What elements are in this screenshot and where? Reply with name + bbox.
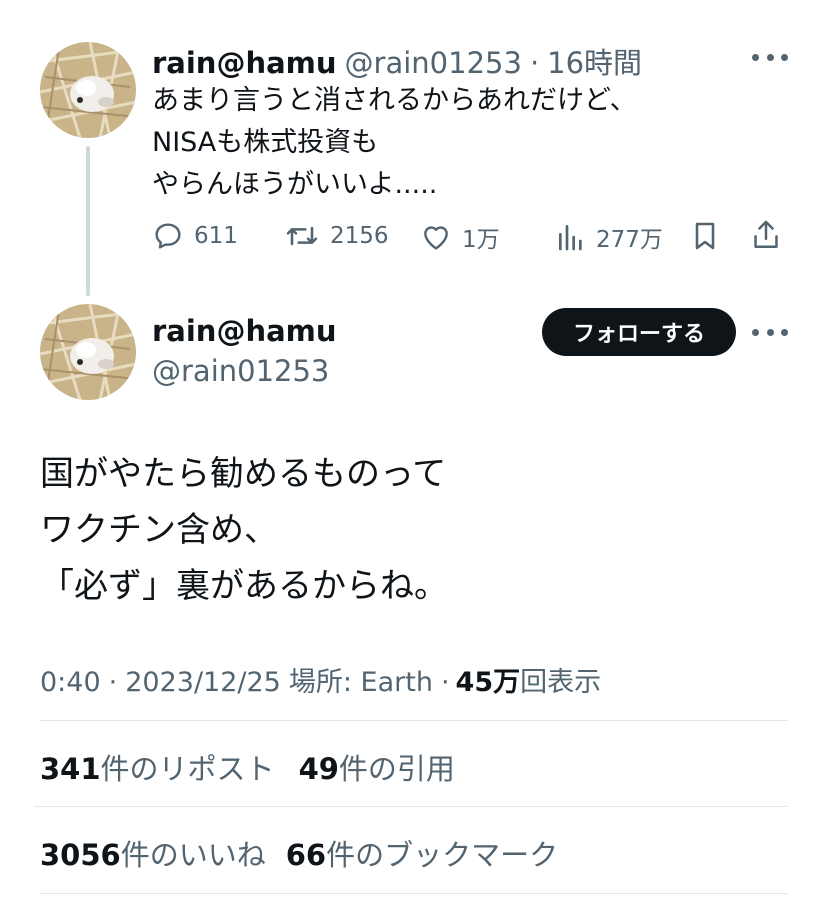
views-icon xyxy=(559,225,582,251)
stats-row-2: 3056件のいいね 66件のブックマーク xyxy=(40,832,558,874)
meta-location: 場所: Earth xyxy=(288,667,433,698)
divider xyxy=(40,893,788,894)
main-more-icon[interactable] xyxy=(752,326,788,338)
reposts-count: 341 xyxy=(40,752,101,786)
follow-button[interactable]: フォローする xyxy=(542,308,736,356)
main-handle[interactable]: @rain01253 xyxy=(152,354,329,388)
main-text-line: ワクチン含め、 xyxy=(40,510,278,550)
like-count: 1万 xyxy=(462,227,500,253)
likes-label: 件のいいね xyxy=(120,838,266,872)
quotes-stat[interactable]: 49件の引用 xyxy=(299,746,455,788)
like-action[interactable]: 1万 xyxy=(420,220,500,254)
retweet-action[interactable]: 2156 xyxy=(284,220,389,252)
bookmark-icon[interactable] xyxy=(690,220,720,256)
retweet-icon xyxy=(286,226,318,246)
main-text-line: 国がやたら勧めるものって xyxy=(40,454,447,494)
views-action[interactable]: 277万 xyxy=(556,220,663,254)
retweet-count: 2156 xyxy=(330,223,389,249)
tweet-meta: 0:40 · 2023/12/25 場所: Earth · 45万回表示 xyxy=(40,660,601,699)
main-avatar[interactable] xyxy=(40,304,136,400)
main-tweet-text: 国がやたら勧めるものって ワクチン含め、 「必ず」裏があるからね。 xyxy=(40,446,448,614)
reply-text-line: NISAも株式投資も xyxy=(152,127,379,158)
reply-action[interactable]: 611 xyxy=(152,220,238,252)
reply-text-line: やらんほうがいいよ..... xyxy=(152,169,438,200)
reply-separator: · xyxy=(529,46,540,80)
reply-icon xyxy=(155,223,181,249)
bookmarks-count: 66 xyxy=(285,838,327,872)
reply-handle[interactable]: @rain01253 xyxy=(345,46,522,80)
reply-count: 611 xyxy=(194,223,238,249)
likes-stat[interactable]: 3056件のいいね xyxy=(40,832,266,874)
quotes-label: 件の引用 xyxy=(338,752,455,786)
meta-sep: · xyxy=(440,667,450,698)
main-text-line: 「必ず」裏があるからね。 xyxy=(40,566,448,606)
meta-date[interactable]: 2023/12/25 xyxy=(125,667,281,698)
share-icon[interactable] xyxy=(750,218,782,256)
divider xyxy=(34,806,788,807)
bookmarks-stat[interactable]: 66件のブックマーク xyxy=(286,832,558,874)
bookmarks-label: 件のブックマーク xyxy=(326,838,559,872)
reply-time[interactable]: 16時間 xyxy=(547,40,642,82)
reply-text: あまり言うと消されるからあれだけど、 NISAも株式投資も やらんほうがいいよ.… xyxy=(152,80,637,206)
main-display-name[interactable]: rain@hamu xyxy=(152,314,337,348)
likes-count: 3056 xyxy=(40,838,121,872)
divider xyxy=(40,720,788,721)
reposts-label: 件のリポスト xyxy=(100,752,275,786)
reply-more-icon[interactable] xyxy=(752,51,788,63)
reply-display-name[interactable]: rain@hamu xyxy=(152,46,337,80)
meta-sep: · xyxy=(108,667,118,698)
reposts-stat[interactable]: 341件のリポスト xyxy=(40,746,275,788)
meta-views-count: 45万 xyxy=(455,667,521,698)
meta-time[interactable]: 0:40 xyxy=(40,667,101,698)
reply-header: rain@hamu @rain01253 · 16時間 xyxy=(152,40,642,82)
stats-row-1: 341件のリポスト 49件の引用 xyxy=(40,746,455,788)
views-count: 277万 xyxy=(596,227,663,253)
thread-line xyxy=(86,146,90,296)
heart-icon xyxy=(424,226,448,250)
meta-views-suffix: 回表示 xyxy=(520,667,602,698)
reply-text-line: あまり言うと消されるからあれだけど、 xyxy=(152,85,637,116)
reply-avatar[interactable] xyxy=(40,42,136,138)
quotes-count: 49 xyxy=(298,752,339,786)
